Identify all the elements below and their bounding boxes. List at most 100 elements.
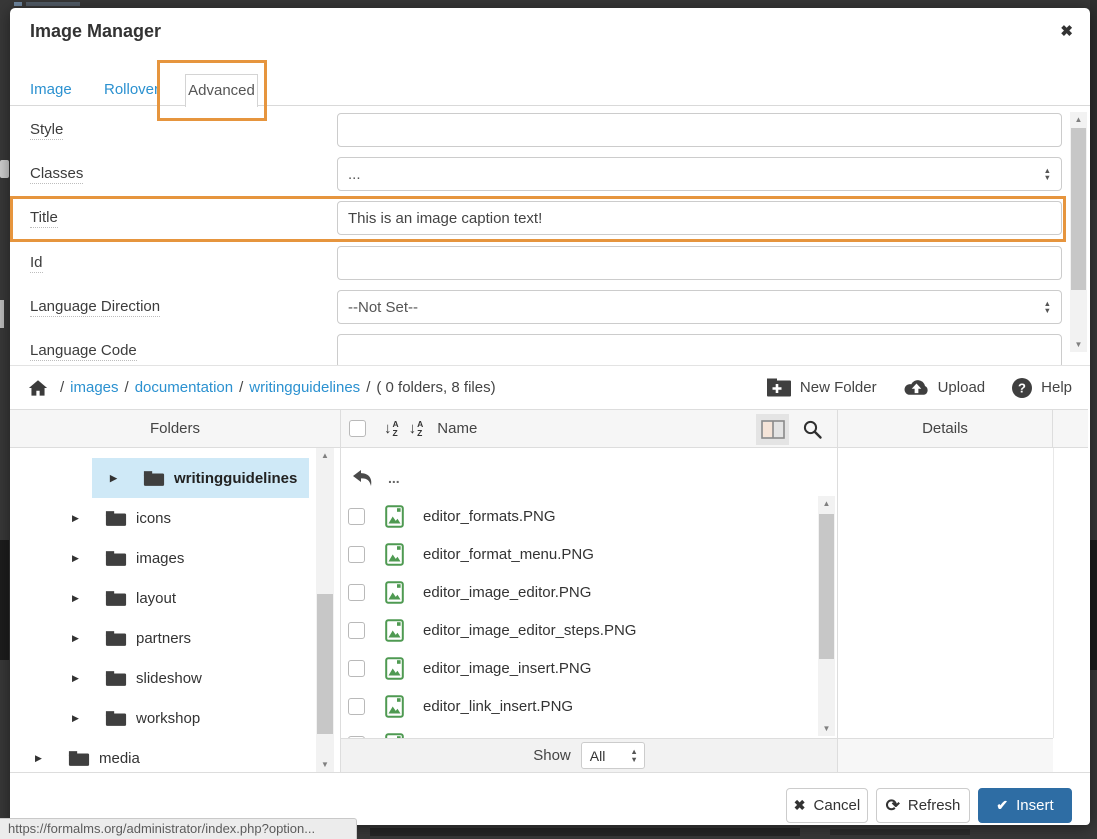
expander-icon[interactable]: ▶ <box>110 473 122 484</box>
expander-icon[interactable]: ▶ <box>35 753 47 764</box>
tab-image[interactable]: Image <box>30 74 72 106</box>
folder-file-count: ( 0 folders, 8 files) <box>376 379 495 396</box>
close-icon[interactable]: ✖ <box>1060 22 1073 40</box>
help-icon: ? <box>1011 377 1033 399</box>
search-icon <box>802 419 823 440</box>
new-folder-button[interactable]: New Folder <box>766 377 877 398</box>
expander-icon[interactable]: ▶ <box>72 713 84 724</box>
expander-icon[interactable]: ▶ <box>72 673 84 684</box>
select-all-checkbox[interactable] <box>349 420 366 437</box>
dialog-title: Image Manager <box>30 21 161 42</box>
classes-select[interactable]: ... ▲▼ <box>337 157 1062 191</box>
tree-item-partners[interactable]: ▶ partners <box>10 618 340 658</box>
background-fragment <box>0 540 9 660</box>
image-file-icon <box>385 581 404 604</box>
background-fragment <box>0 300 4 328</box>
cancel-icon: ✖ <box>794 797 806 814</box>
tree-item-workshop[interactable]: ▶ workshop <box>10 698 340 738</box>
file-checkbox[interactable] <box>348 508 365 525</box>
form-scrollbar-thumb[interactable] <box>1071 128 1086 290</box>
scroll-up-icon[interactable]: ▲ <box>1070 112 1087 127</box>
tab-rollover[interactable]: Rollover <box>104 74 159 106</box>
parent-directory-row[interactable]: ... <box>341 458 837 497</box>
image-file-icon <box>385 619 404 642</box>
background-fragment <box>26 2 80 6</box>
file-row: editor_format_menu.PNG <box>341 535 837 573</box>
file-name[interactable]: editor_format_menu.PNG <box>423 546 594 563</box>
breadcrumb-separator: / <box>125 379 129 396</box>
insert-button[interactable]: ✔ Insert <box>978 788 1072 823</box>
form-scrollbar: ▲ ▼ <box>1070 112 1087 352</box>
breadcrumb-link-images[interactable]: images <box>70 379 118 396</box>
files-scrollbar-thumb[interactable] <box>819 514 834 659</box>
refresh-button[interactable]: ⟳ Refresh <box>876 788 970 823</box>
classes-label: Classes <box>30 165 83 184</box>
panel-headers: Folders ↓ AZ ↓ AZ Name Detail <box>10 409 1088 448</box>
file-browser: / images / documentation / writingguidel… <box>10 365 1090 773</box>
file-name[interactable]: editor_image_editor_steps.PNG <box>423 622 636 639</box>
language-direction-select[interactable]: --Not Set-- ▲▼ <box>337 290 1062 324</box>
file-name[interactable]: editor_formats.PNG <box>423 508 556 525</box>
image-file-icon <box>385 657 404 680</box>
folder-icon <box>105 590 127 607</box>
page-background: { "dialog": { "title": "Image Manager" }… <box>0 0 1097 839</box>
tree-scrollbar-thumb[interactable] <box>317 594 333 734</box>
expander-icon[interactable]: ▶ <box>72 513 84 524</box>
background-fragment <box>1090 540 1097 670</box>
tree-item-images[interactable]: ▶ images <box>10 538 340 578</box>
title-input[interactable] <box>337 201 1062 235</box>
stepper-icon: ▲▼ <box>630 748 637 762</box>
toggle-columns-button[interactable] <box>756 414 789 445</box>
upload-button[interactable]: Upload <box>903 377 986 398</box>
title-label: Title <box>30 209 58 228</box>
file-row: editor_image_insert.PNG <box>341 649 837 687</box>
image-file-icon <box>385 543 404 566</box>
sort-alpha-desc-icon[interactable]: ↓ AZ <box>409 420 424 438</box>
expander-icon[interactable]: ▶ <box>72 633 84 644</box>
help-button[interactable]: ? Help <box>1011 377 1072 399</box>
file-checkbox[interactable] <box>348 698 365 715</box>
breadcrumb-link-writingguidelines[interactable]: writingguidelines <box>249 379 360 396</box>
files-header: ↓ AZ ↓ AZ Name <box>341 410 838 447</box>
tree-item-layout[interactable]: ▶ layout <box>10 578 340 618</box>
file-name[interactable]: editor_image_editor.PNG <box>423 584 591 601</box>
language-code-label: Language Code <box>30 342 137 361</box>
style-input[interactable] <box>337 113 1062 147</box>
file-checkbox[interactable] <box>348 622 365 639</box>
folders-header: Folders <box>10 410 341 447</box>
expander-icon[interactable]: ▶ <box>72 593 84 604</box>
parent-directory-label: ... <box>388 470 400 486</box>
file-checkbox[interactable] <box>348 584 365 601</box>
sort-alpha-asc-icon[interactable]: ↓ AZ <box>384 420 399 438</box>
home-icon[interactable] <box>28 378 48 397</box>
tree-item-icons[interactable]: ▶ icons <box>10 498 340 538</box>
upload-icon <box>903 377 930 398</box>
name-header-label: Name <box>437 420 477 437</box>
stepper-icon: ▲▼ <box>1044 167 1051 181</box>
scroll-down-icon[interactable]: ▼ <box>1070 337 1087 352</box>
tab-advanced[interactable]: Advanced <box>185 74 258 107</box>
scroll-down-icon[interactable]: ▼ <box>818 721 835 736</box>
show-select[interactable]: All ▲▼ <box>581 742 645 769</box>
file-list-panel: ... editor_formats.PNG editor_format_men… <box>341 448 838 738</box>
id-input[interactable] <box>337 246 1062 280</box>
file-name[interactable]: editor_link_insert.PNG <box>423 698 573 715</box>
file-row: editor_image_editor.PNG <box>341 573 837 611</box>
scroll-up-icon[interactable]: ▲ <box>316 448 334 463</box>
expander-icon[interactable]: ▶ <box>72 553 84 564</box>
tree-item-slideshow[interactable]: ▶ slideshow <box>10 658 340 698</box>
cancel-button[interactable]: ✖ Cancel <box>786 788 868 823</box>
file-name[interactable]: editor_image_insert.PNG <box>423 660 591 677</box>
file-checkbox[interactable] <box>348 660 365 677</box>
scroll-up-icon[interactable]: ▲ <box>818 496 835 511</box>
tree-item-writingguidelines[interactable]: ▶ writingguidelines <box>10 458 340 498</box>
stepper-icon: ▲▼ <box>1044 300 1051 314</box>
breadcrumb-link-documentation[interactable]: documentation <box>135 379 233 396</box>
file-checkbox[interactable] <box>348 546 365 563</box>
language-code-input[interactable] <box>337 334 1062 365</box>
scroll-down-icon[interactable]: ▼ <box>316 757 334 772</box>
tree-item-media[interactable]: ▶ media <box>10 738 340 772</box>
show-label: Show <box>533 747 571 764</box>
search-button[interactable] <box>796 414 829 445</box>
file-row: editor_image_editor_steps.PNG <box>341 611 837 649</box>
